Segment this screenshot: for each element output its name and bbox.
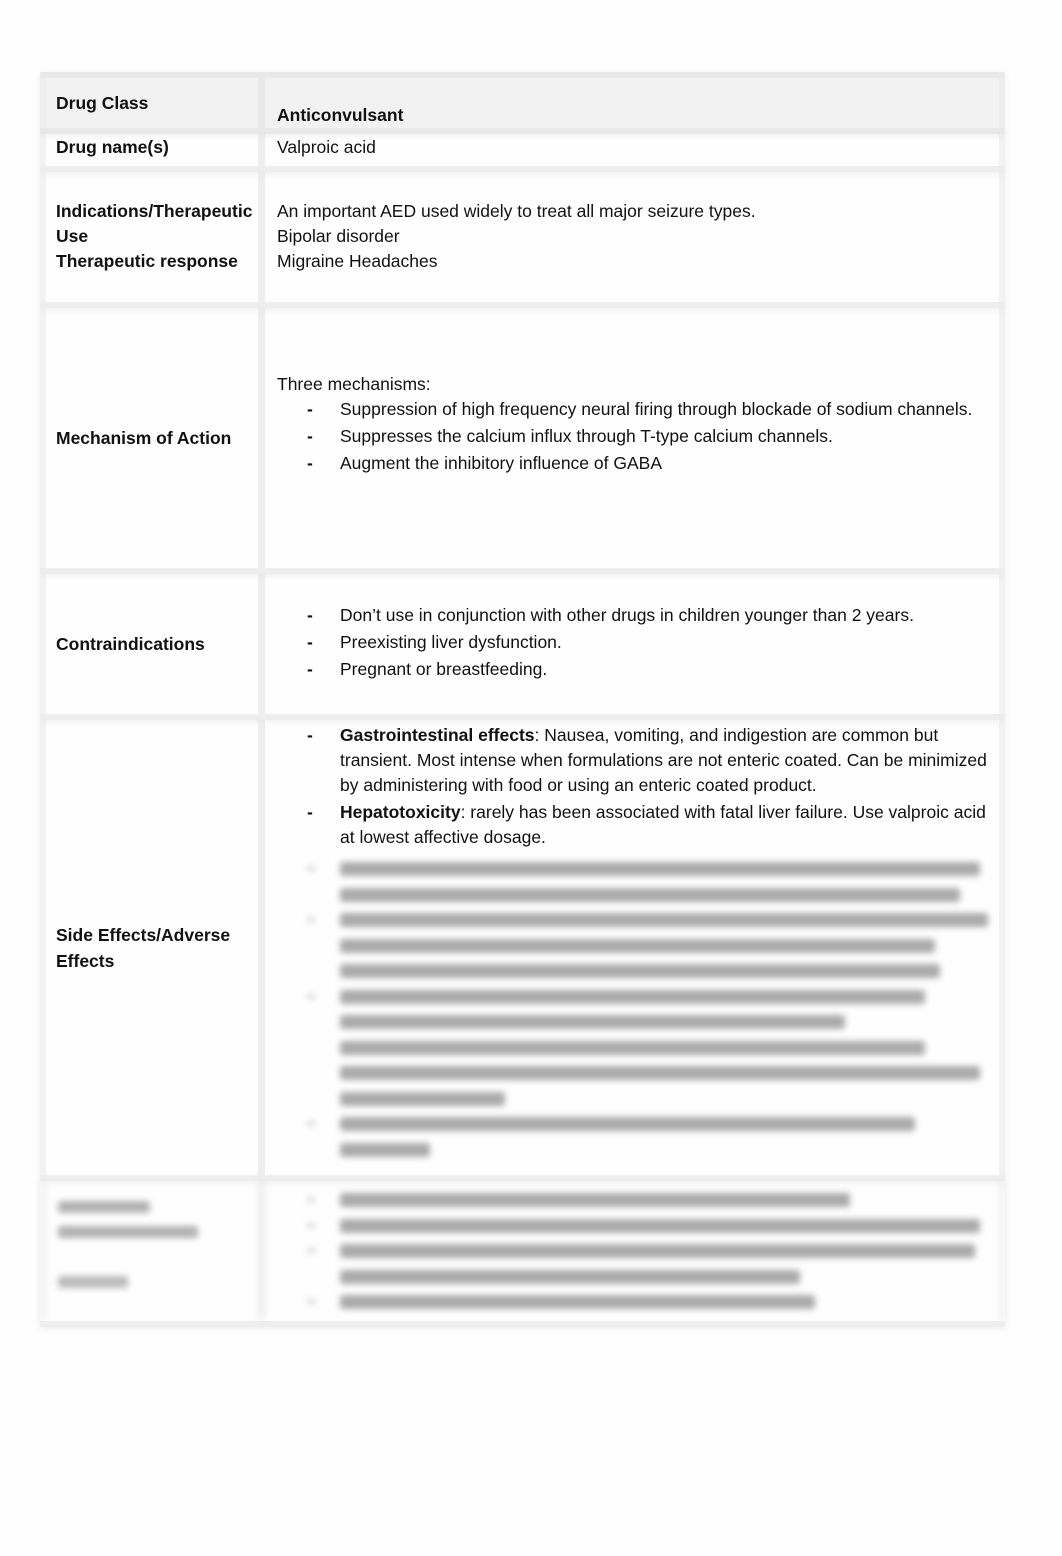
side-effects-list: - Gastrointestinal effects: Nausea, vomit… <box>277 720 999 850</box>
mechanism-intro: Three mechanisms: <box>277 374 431 394</box>
drug-name-value: Valproic acid <box>277 137 376 157</box>
contraindications-label: Contraindications <box>56 633 205 654</box>
dash-bullet-icon: - <box>307 632 313 652</box>
side-effect-item: - Gastrointestinal effects: Nausea, vomit… <box>307 725 987 795</box>
drug-class-label: Drug Class <box>56 93 149 113</box>
mechanism-item: - Augment the inhibitory influence of GAB… <box>277 451 999 476</box>
mechanism-label-cell: Mechanism of Action <box>40 308 265 568</box>
side-effects-label-line2: Effects <box>56 950 115 971</box>
row-drug-class: Drug Class Anticonvulsant <box>40 72 1005 134</box>
indications-label-line1: Indications/Therapeutic <box>56 201 253 221</box>
indication-item: An important AED used widely to treat al… <box>277 201 756 221</box>
indications-label-cell: Indications/Therapeutic Use Therapeutic … <box>40 172 265 302</box>
contraindications-list: - Don’t use in conjunction with other dru… <box>277 574 999 682</box>
side-effect-item: - Hepatotoxicity: rarely has been associa… <box>307 802 986 847</box>
drug-class-value-cell: Anticonvulsant <box>265 78 1005 128</box>
dash-bullet-icon: - <box>307 453 313 473</box>
contraindication-item: - Don’t use in conjunction with other dru… <box>277 603 999 628</box>
drug-name-value-cell: Valproic acid <box>265 134 1005 166</box>
drug-name-label-cell: Drug name(s) <box>40 134 265 166</box>
row-indications: Indications/Therapeutic Use Therapeutic … <box>40 172 1005 308</box>
drug-name-label: Drug name(s) <box>56 137 169 157</box>
contraindications-value-cell: - Don’t use in conjunction with other dru… <box>265 574 1005 714</box>
indication-item: Migraine Headaches <box>277 251 438 271</box>
monitoring-label-cell <box>40 1181 265 1321</box>
row-mechanism: Mechanism of Action Three mechanisms: -S… <box>40 308 1005 574</box>
mechanism-item: - Suppression of high frequency neural fi… <box>277 397 999 422</box>
obscured-side-effects <box>277 856 999 1162</box>
side-effects-value-cell: - Gastrointestinal effects: Nausea, vomit… <box>265 720 1005 1175</box>
dash-bullet-icon: - <box>307 605 313 625</box>
drug-class-label-cell: Drug Class <box>40 78 265 128</box>
row-side-effects: Side Effects/Adverse Effects - Gastrointe… <box>40 720 1005 1181</box>
mechanism-label: Mechanism of Action <box>56 427 232 448</box>
indications-value-cell: An important AED used widely to treat al… <box>265 172 1005 302</box>
contraindication-item: - Pregnant or breastfeeding. <box>277 657 999 682</box>
dash-bullet-icon: - <box>307 725 313 745</box>
therapeutic-response-label: Therapeutic response <box>56 251 238 271</box>
mechanism-list: - Suppression of high frequency neural fi… <box>277 397 999 476</box>
drug-card-table: Drug Class Anticonvulsant Drug name(s) V… <box>40 72 1005 1327</box>
monitoring-value-cell <box>265 1181 1005 1321</box>
row-contraindications: Contraindications - Don’t use in conjunct… <box>40 574 1005 720</box>
row-monitoring-obscured <box>40 1181 1005 1327</box>
contraindication-item: - Preexisting liver dysfunction. <box>277 630 999 655</box>
drug-class-value: Anticonvulsant <box>277 105 404 125</box>
document-page: Drug Class Anticonvulsant Drug name(s) V… <box>0 0 1062 1556</box>
dash-bullet-icon: - <box>307 659 313 679</box>
side-effects-label-cell: Side Effects/Adverse Effects <box>40 720 265 1175</box>
indications-label-line2: Use <box>56 226 89 246</box>
row-drug-name: Drug name(s) Valproic acid <box>40 134 1005 172</box>
dash-bullet-icon: - <box>307 426 313 446</box>
mechanism-item: - Suppresses the calcium influx through T… <box>277 424 999 449</box>
contraindications-label-cell: Contraindications <box>40 574 265 714</box>
side-effects-label-line1: Side Effects/Adverse <box>56 924 231 945</box>
mechanism-value-cell: Three mechanisms: - Suppression of high f… <box>265 308 1005 568</box>
dash-bullet-icon: - <box>307 399 313 419</box>
indication-item: Bipolar disorder <box>277 226 400 246</box>
dash-bullet-icon: - <box>307 802 313 822</box>
